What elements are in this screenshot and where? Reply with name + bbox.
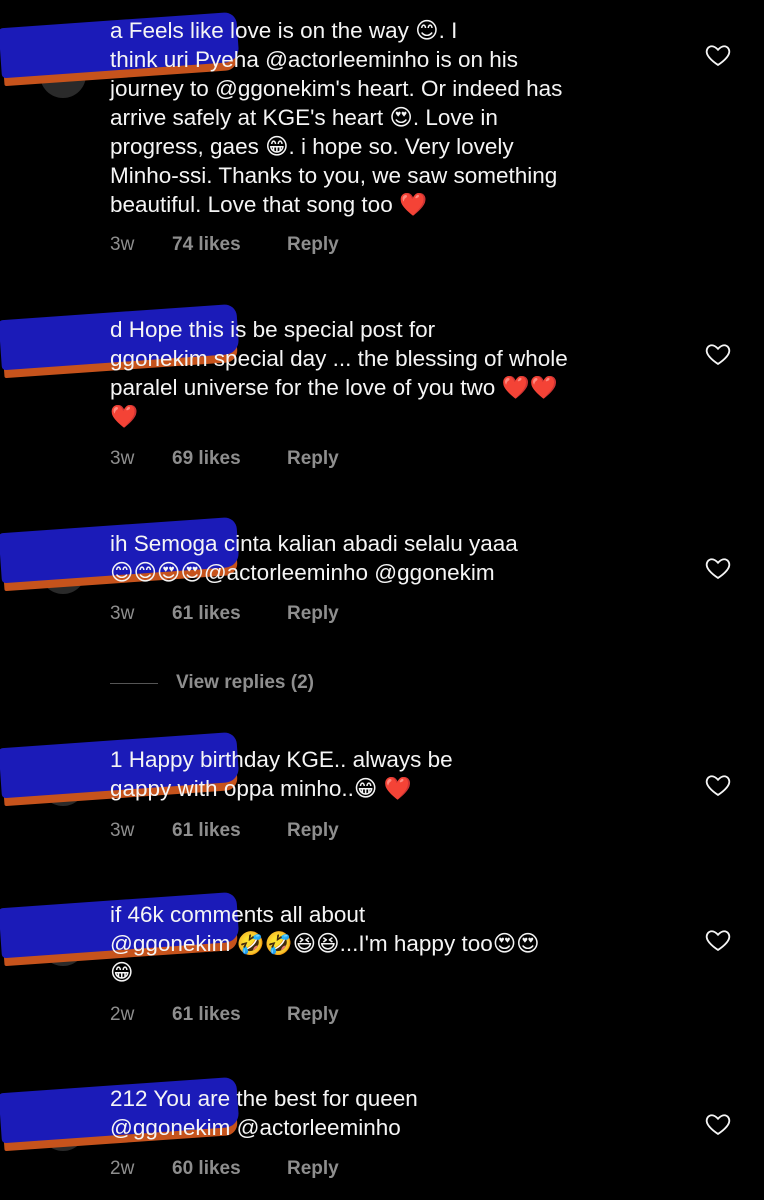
comment-likes[interactable]: 69 likes bbox=[172, 448, 287, 470]
comment-likes[interactable]: 60 likes bbox=[172, 1158, 287, 1180]
comment-likes[interactable]: 61 likes bbox=[172, 603, 287, 625]
comment-time: 3w bbox=[110, 820, 135, 841]
reply-button[interactable]: Reply bbox=[287, 820, 339, 842]
view-replies-label: View replies (2) bbox=[176, 672, 314, 693]
comment-meta: 3w 74 likes Reply bbox=[110, 234, 339, 256]
heart-outline-icon[interactable] bbox=[704, 1110, 732, 1138]
view-replies-button[interactable]: View replies (2) bbox=[110, 672, 314, 694]
comment-meta: 3w 61 likes Reply bbox=[110, 603, 339, 625]
comment-meta: 3w 61 likes Reply bbox=[110, 820, 339, 842]
comment-likes[interactable]: 61 likes bbox=[172, 1004, 287, 1026]
comment-text: 1 Happy birthday KGE.. always be gappy w… bbox=[110, 747, 453, 801]
heart-outline-icon[interactable] bbox=[704, 41, 732, 69]
divider bbox=[110, 682, 158, 684]
heart-outline-icon[interactable] bbox=[704, 771, 732, 799]
reply-button[interactable]: Reply bbox=[287, 448, 339, 470]
comment-meta: 2w 60 likes Reply bbox=[110, 1158, 339, 1180]
comment-text: a Feels like love is on the way 😊. I thi… bbox=[110, 18, 563, 217]
comment-text: 212 You are the best for queen @ggonekim… bbox=[110, 1086, 418, 1140]
comment-text: d Hope this is be special post for ggone… bbox=[110, 317, 568, 429]
reply-button[interactable]: Reply bbox=[287, 1004, 339, 1026]
comment-meta: 2w 61 likes Reply bbox=[110, 1004, 339, 1026]
comment-meta: 3w 69 likes Reply bbox=[110, 448, 339, 470]
reply-button[interactable]: Reply bbox=[287, 603, 339, 625]
comment-time: 2w bbox=[110, 1158, 135, 1179]
reply-button[interactable]: Reply bbox=[287, 234, 339, 256]
comment-text: if 46k comments all about @ggonekim 🤣🤣😆😆… bbox=[110, 902, 540, 985]
comment-time: 3w bbox=[110, 448, 135, 469]
heart-outline-icon[interactable] bbox=[704, 340, 732, 368]
comment-time: 2w bbox=[110, 1004, 135, 1025]
heart-outline-icon[interactable] bbox=[704, 554, 732, 582]
comment-time: 3w bbox=[110, 234, 135, 255]
reply-button[interactable]: Reply bbox=[287, 1158, 339, 1180]
comment-text: ih Semoga cinta kalian abadi selalu yaaa… bbox=[110, 531, 518, 585]
comment-likes[interactable]: 74 likes bbox=[172, 234, 287, 256]
comment-likes[interactable]: 61 likes bbox=[172, 820, 287, 842]
comment-time: 3w bbox=[110, 603, 135, 624]
heart-outline-icon[interactable] bbox=[704, 926, 732, 954]
